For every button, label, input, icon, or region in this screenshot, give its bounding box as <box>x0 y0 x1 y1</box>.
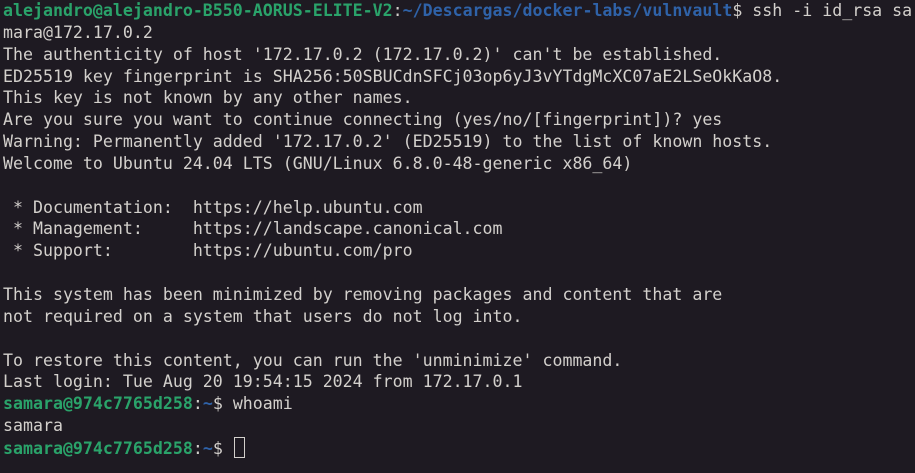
command-text: whoami <box>232 394 293 414</box>
prompt-path: ~ <box>202 438 213 458</box>
output-line: Warning: Permanently added '172.17.0.2' … <box>3 132 773 152</box>
prompt-user: alejandro@alejandro-B550-AORUS-ELITE-V2 <box>3 1 393 20</box>
output-line: * Management: https://landscape.canonica… <box>3 219 503 239</box>
output-line: Last login: Tue Aug 20 19:54:15 2024 fro… <box>3 372 523 392</box>
prompt-separator: : <box>192 438 203 458</box>
output-line: * Documentation: https://help.ubuntu.com <box>3 197 423 217</box>
prompt-separator: : <box>392 1 403 20</box>
prompt-separator: : <box>192 394 203 414</box>
prompt-line: alejandro@alejandro-B550-AORUS-ELITE-V2:… <box>3 0 912 22</box>
prompt-user: samara@974c7765d258 <box>3 438 193 458</box>
output-line: Are you sure you want to continue connec… <box>3 110 723 130</box>
terminal-cursor <box>233 436 245 458</box>
output-line: This system has been minimized by removi… <box>3 284 723 304</box>
prompt-path: ~ <box>202 394 213 414</box>
prompt-symbol: $ <box>732 1 753 20</box>
output-line: The authenticity of host '172.17.0.2 (17… <box>3 44 723 64</box>
output-line: ED25519 key fingerprint is SHA256:50SBUC… <box>3 66 783 86</box>
output-line: mara@172.17.0.2 <box>3 22 153 42</box>
output-line: This key is not known by any other names… <box>3 88 413 108</box>
prompt-symbol: $ <box>212 438 233 458</box>
command-text: ssh -i id_rsa sa <box>752 1 913 20</box>
prompt-path: ~/Descargas/docker-labs/vulnvault <box>402 1 733 20</box>
output-line: Welcome to Ubuntu 24.04 LTS (GNU/Linux 6… <box>3 153 633 173</box>
terminal-output[interactable]: alejandro@alejandro-B550-AORUS-ELITE-V2:… <box>3 0 912 459</box>
output-line: not required on a system that users do n… <box>3 306 523 326</box>
prompt-line: samara@974c7765d258:~$ <box>3 436 912 459</box>
output-line: * Support: https://ubuntu.com/pro <box>3 241 413 261</box>
prompt-line: samara@974c7765d258:~$ whoami <box>3 393 912 415</box>
output-line: To restore this content, you can run the… <box>3 350 623 370</box>
prompt-symbol: $ <box>212 394 233 414</box>
prompt-user: samara@974c7765d258 <box>3 394 193 414</box>
output-line: samara <box>3 416 63 436</box>
